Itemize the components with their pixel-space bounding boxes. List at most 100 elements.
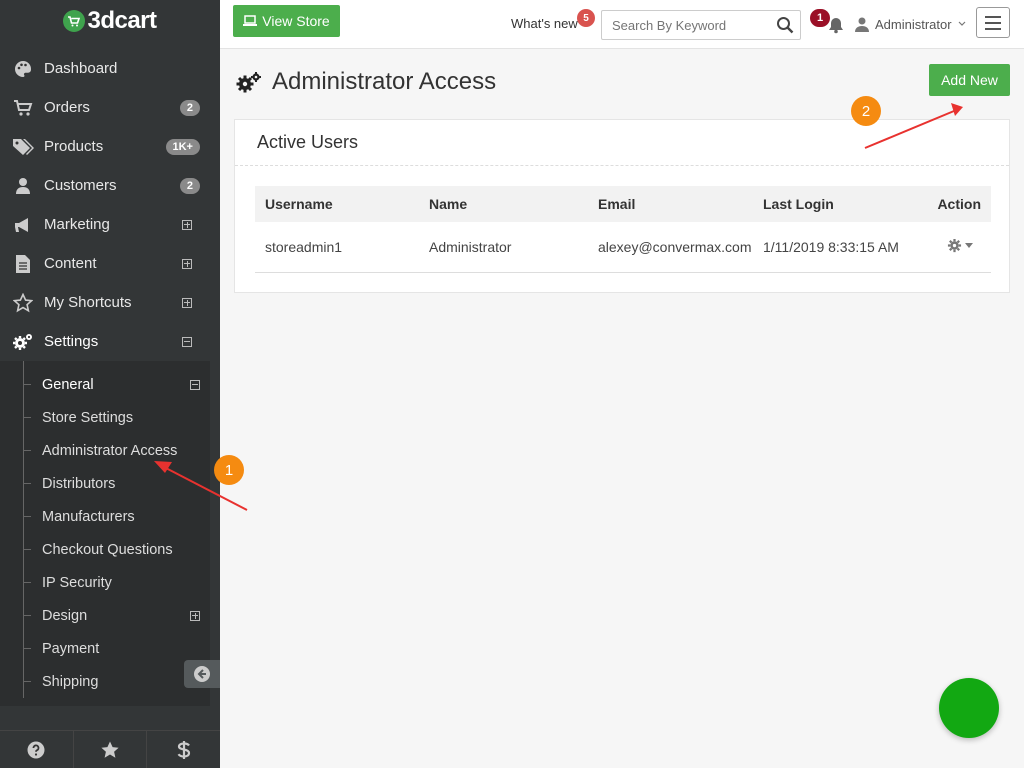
menu-toggle-button[interactable] [976,7,1010,38]
help-button[interactable] [0,731,74,768]
favorites-button[interactable] [74,731,148,768]
palette-icon [12,58,34,80]
sidebar-nav: Dashboard Orders 2 Products 1K+ Customer… [0,49,220,361]
sidebar-item-label: Orders [44,99,90,116]
table-header-row: Username Name Email Last Login Action [255,186,991,222]
submenu-item-administrator-access[interactable]: Administrator Access [23,434,210,467]
hamburger-icon [985,21,1001,24]
submenu-item-label: Design [42,607,88,624]
brand-logo[interactable]: 3dcart [0,0,220,42]
cell-username[interactable]: storeadmin1 [255,222,419,273]
hamburger-icon [985,27,1001,30]
dollar-icon [177,740,190,759]
logo-text: 3dcart [87,7,157,34]
page-header: Administrator Access [236,68,496,96]
sidebar-item-label: Content [44,255,97,272]
users-table: Username Name Email Last Login Action st… [255,186,991,273]
submenu-item-general[interactable]: General [23,368,210,401]
chevron-down-icon [958,21,966,26]
user-name: Administrator [875,16,952,32]
sidebar-item-dashboard[interactable]: Dashboard [0,49,220,88]
megaphone-icon [12,214,34,236]
column-header-last-login[interactable]: Last Login [753,186,918,222]
bell-icon[interactable] [827,16,845,39]
count-badge: 2 [179,99,200,116]
submenu-item-design[interactable]: Design [23,599,210,632]
gear-icon [947,238,962,252]
count-badge: 1K+ [165,138,200,155]
arrow-left-circle-icon [194,666,210,682]
submenu-item-checkout-questions[interactable]: Checkout Questions [23,533,210,566]
expand-icon[interactable] [182,258,192,269]
submenu-item-manufacturers[interactable]: Manufacturers [23,500,210,533]
submenu-item-label: Store Settings [42,409,134,426]
submenu-item-ip-security[interactable]: IP Security [23,566,210,599]
sidebar-item-label: My Shortcuts [44,294,132,311]
sidebar-item-content[interactable]: Content [0,244,220,283]
view-store-button[interactable]: View Store [233,5,340,37]
laptop-icon [243,15,258,26]
sidebar-item-label: Marketing [44,216,110,233]
sidebar-bottom-bar [0,730,220,768]
sidebar-item-marketing[interactable]: Marketing [0,205,220,244]
submenu-item-store-settings[interactable]: Store Settings [23,401,210,434]
hamburger-icon [985,15,1001,18]
tags-icon [12,136,34,158]
column-header-name[interactable]: Name [419,186,588,222]
column-header-action: Action [918,186,991,222]
chat-launcher-button[interactable] [939,678,999,738]
expand-icon[interactable] [182,219,192,230]
page-title: Administrator Access [272,68,497,95]
submenu-item-label: Payment [42,640,100,657]
sidebar-item-label: Settings [44,333,99,350]
submenu-item-label: IP Security [42,574,112,591]
collapse-icon[interactable] [190,379,200,390]
whats-new-count-badge: 5 [577,9,595,27]
file-icon [12,253,34,275]
submenu-item-payment[interactable]: Payment [23,632,210,665]
table-row: storeadmin1 Administrator alexey@converm… [255,222,991,273]
collapse-icon[interactable] [182,336,192,347]
billing-button[interactable] [147,731,220,768]
add-new-button[interactable]: Add New [929,64,1010,96]
submenu-item-distributors[interactable]: Distributors [23,467,210,500]
search-box [601,10,801,40]
cell-email: alexey@convermax.com [588,222,753,273]
help-icon [27,741,45,758]
submenu-item-label: General [42,376,94,393]
submenu-item-shipping[interactable]: Shipping [23,665,210,698]
sidebar-item-label: Customers [44,177,117,194]
submenu-item-label: Distributors [42,475,116,492]
star-icon [101,741,119,758]
gears-icon [12,331,34,353]
sidebar-item-orders[interactable]: Orders 2 [0,88,220,127]
search-icon[interactable] [776,16,794,39]
expand-icon[interactable] [182,297,192,308]
panel-title: Active Users [235,120,1009,166]
user-icon [855,17,869,32]
collapse-sidebar-button[interactable] [184,660,220,688]
sidebar-item-label: Dashboard [44,60,118,77]
cell-action [918,222,991,273]
sidebar-item-my-shortcuts[interactable]: My Shortcuts [0,283,220,322]
cart-logo-icon [63,10,86,32]
star-icon [12,292,34,314]
cell-last-login: 1/11/2019 8:33:15 AM [753,222,918,273]
sidebar-item-customers[interactable]: Customers 2 [0,166,220,205]
cell-name: Administrator [419,222,588,273]
annotation-callout-2: 2 [851,96,881,126]
sidebar-item-settings[interactable]: Settings [0,322,220,361]
whats-new-link[interactable]: What's new [511,16,578,31]
gears-icon [236,72,261,93]
sidebar: 3dcart Dashboard Orders 2 Products 1K+ C… [0,0,220,768]
sidebar-item-label: Products [44,138,104,155]
row-action-dropdown[interactable] [947,238,973,253]
expand-icon[interactable] [190,610,200,621]
submenu-item-label: Checkout Questions [42,541,173,558]
search-input[interactable] [602,11,767,39]
cart-icon [12,97,34,119]
sidebar-item-products[interactable]: Products 1K+ [0,127,220,166]
column-header-username[interactable]: Username [255,186,419,222]
column-header-email[interactable]: Email [588,186,753,222]
user-menu[interactable]: Administrator [855,16,966,32]
